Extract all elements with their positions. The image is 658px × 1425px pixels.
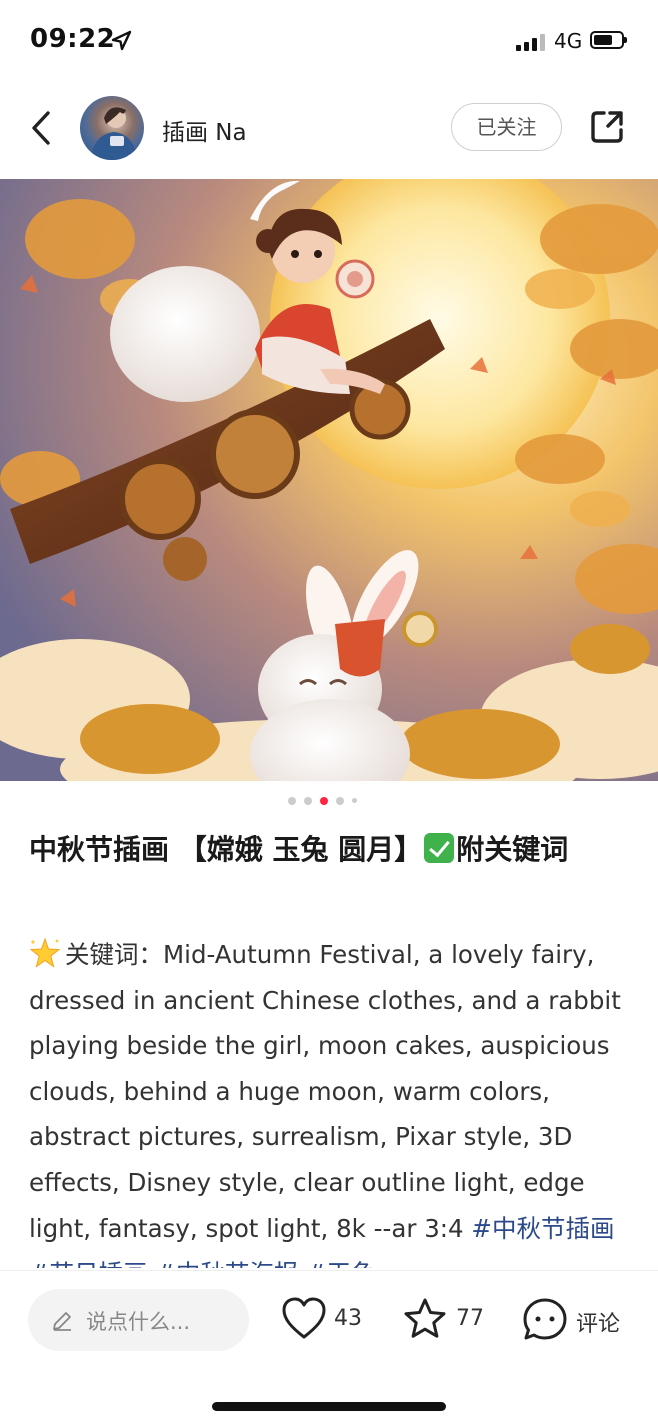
status-bar: 09:22 4G — [0, 0, 658, 80]
signal-bars-icon — [516, 33, 546, 51]
comment-input[interactable]: 说点什么... — [28, 1289, 249, 1351]
location-arrow-icon — [111, 30, 132, 51]
battery-icon — [590, 31, 627, 49]
like-count: 43 — [334, 1306, 362, 1331]
comment-label: 评论 — [576, 1312, 621, 1337]
home-indicator[interactable] — [212, 1402, 446, 1411]
comment-button[interactable]: 评论 — [522, 1297, 632, 1343]
back-button[interactable] — [26, 108, 60, 148]
post-image[interactable] — [0, 179, 658, 781]
chevron-left-icon — [32, 111, 50, 145]
network-label: 4G — [554, 29, 583, 53]
follow-button[interactable]: 已关注 — [451, 103, 562, 151]
collect-button[interactable]: 77 — [402, 1297, 492, 1343]
bottom-action-bar: 说点什么... 43 77 评论 — [0, 1270, 658, 1371]
post-body: 关键词：Mid-Autumn Festival, a lovely fairy,… — [29, 932, 639, 1268]
carousel-dot — [288, 797, 296, 805]
star-icon — [404, 1298, 446, 1338]
chat-bubble-icon — [523, 1298, 567, 1340]
glowing-star-icon — [29, 937, 61, 968]
comment-placeholder: 说点什么... — [86, 1310, 191, 1334]
carousel-dot — [336, 797, 344, 805]
carousel-dot-active — [320, 797, 328, 805]
carousel-dot — [352, 798, 357, 803]
title-text-end: 附关键词 — [456, 833, 569, 866]
share-icon[interactable] — [588, 108, 626, 146]
keyword-text: 关键词：Mid-Autumn Festival, a lovely fairy,… — [29, 940, 621, 1243]
post-header: 插画 Na 已关注 — [0, 88, 658, 172]
carousel-dot — [304, 797, 312, 805]
author-name[interactable]: 插画 Na — [162, 113, 247, 147]
check-mark-button-icon — [424, 833, 455, 863]
pen-icon — [53, 1312, 71, 1331]
like-button[interactable]: 43 — [281, 1297, 371, 1343]
post-title: 中秋节插画 【嫦娥 玉兔 圆月】 附关键词 — [29, 826, 629, 874]
heart-icon — [282, 1297, 326, 1339]
collect-count: 77 — [456, 1306, 484, 1331]
status-time: 09:22 — [30, 24, 116, 54]
avatar[interactable] — [80, 96, 144, 160]
title-text: 中秋节插画 【嫦娥 玉兔 圆月】 — [29, 833, 423, 866]
